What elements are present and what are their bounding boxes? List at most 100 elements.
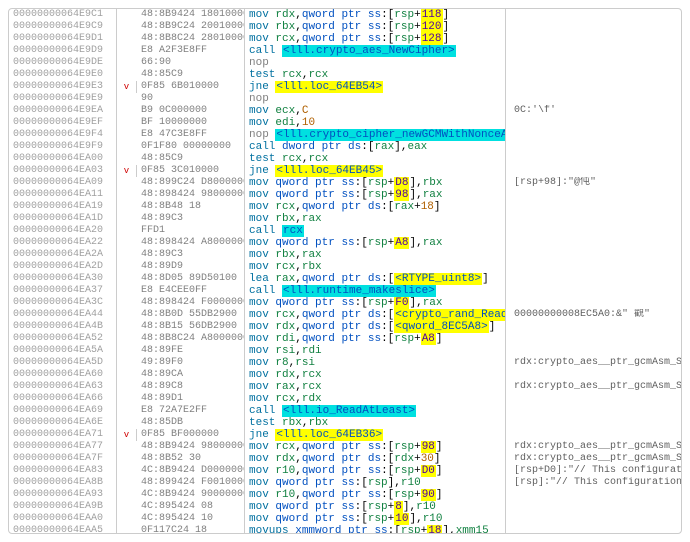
disasm-row[interactable]: 00000000064EA7748:8B9424 98000000mov rcx… <box>9 441 681 453</box>
disasm-row[interactable]: 00000000064EA6348:89C8mov rax,rcxrdx:cry… <box>9 381 681 393</box>
instruction-cell[interactable]: mov rcx,qword ptr ds:[<crypto_rand_Reade… <box>245 309 506 321</box>
instruction-cell[interactable]: jne <lll.loc_64EB54> <box>245 81 506 93</box>
disasm-row[interactable]: 00000000064EA2D48:89D9mov rcx,rbx <box>9 261 681 273</box>
instruction-cell[interactable]: mov r10,qword ptr ss:[rsp+90] <box>245 489 506 501</box>
disasm-row[interactable]: 00000000064E9EFBF 10000000mov edi,10 <box>9 117 681 129</box>
disasm-row[interactable]: 00000000064EA6048:89CAmov rdx,rcx <box>9 369 681 381</box>
disasm-row[interactable]: 00000000064EA03v0F85 3C010000jne <lll.lo… <box>9 165 681 177</box>
disasm-row[interactable]: 00000000064EA37E8 E4CEE0FFcall <lll.runt… <box>9 285 681 297</box>
instruction-cell[interactable]: mov qword ptr ss:[rsp+10],r10 <box>245 513 506 525</box>
disasm-row[interactable]: 00000000064EA5248:8B8C24 A8000000mov rdi… <box>9 333 681 345</box>
disasm-row[interactable]: 00000000064EA5D49:89F0mov r8,rsirdx:cryp… <box>9 357 681 369</box>
disasm-row[interactable]: 00000000064E9D148:8B8C24 28010000mov rcx… <box>9 33 681 45</box>
address-cell: 00000000064EA37 <box>9 285 117 297</box>
instruction-cell[interactable]: nop <box>245 57 506 69</box>
disasm-row[interactable]: 00000000064EA3C48:898424 F0000000mov qwo… <box>9 297 681 309</box>
instruction-cell[interactable]: mov qword ptr ss:[rsp],r10 <box>245 477 506 489</box>
instruction-cell[interactable]: mov rcx,qword ptr ss:[rsp+98] <box>245 441 506 453</box>
instruction-cell[interactable]: mov ecx,C <box>245 105 506 117</box>
bytes-cell: 48:8B8C24 A8000000 <box>137 333 245 345</box>
address-cell: 00000000064EA4B <box>9 321 117 333</box>
instruction-cell[interactable]: call <lll.runtime_makeslice> <box>245 285 506 297</box>
instruction-cell[interactable]: mov qword ptr ss:[rsp+8],r10 <box>245 501 506 513</box>
instruction-cell[interactable]: test rbx,rbx <box>245 417 506 429</box>
disasm-row[interactable]: 00000000064EA2A48:89C3mov rbx,rax <box>9 249 681 261</box>
instruction-cell[interactable]: mov rdx,rcx <box>245 369 506 381</box>
instruction-cell[interactable]: mov rdi,qword ptr ss:[rsp+A8] <box>245 333 506 345</box>
disasm-row[interactable]: 00000000064E9DE66:90nop <box>9 57 681 69</box>
instruction-cell[interactable]: mov qword ptr ss:[rsp+98],rax <box>245 189 506 201</box>
disasm-row[interactable]: 00000000064EA934C:8B9424 90000000mov r10… <box>9 489 681 501</box>
disasm-row[interactable]: 00000000064EA6648:89D1mov rcx,rdx <box>9 393 681 405</box>
instruction-cell[interactable]: mov qword ptr ss:[rsp+D8],rbx <box>245 177 506 189</box>
disasm-row[interactable]: 00000000064EA0048:85C9test rcx,rcx <box>9 153 681 165</box>
instruction-cell[interactable]: call <lll.io_ReadAtLeast> <box>245 405 506 417</box>
instruction-cell[interactable]: mov qword ptr ss:[rsp+F0],rax <box>245 297 506 309</box>
instruction-cell[interactable]: call rcx <box>245 225 506 237</box>
disasm-row[interactable]: 00000000064E9F4E8 47C3E8FFnop <lll.crypt… <box>9 129 681 141</box>
instruction-cell[interactable]: mov edi,10 <box>245 117 506 129</box>
disasm-row[interactable]: 00000000064E9E048:85C9test rcx,rcx <box>9 69 681 81</box>
instruction-cell[interactable]: mov rcx,rbx <box>245 261 506 273</box>
address-cell: 00000000064EA11 <box>9 189 117 201</box>
disasm-row[interactable]: 00000000064EA1148:898424 98000000mov qwo… <box>9 189 681 201</box>
disasm-row[interactable]: 00000000064EA1D48:89C3mov rbx,rax <box>9 213 681 225</box>
disasm-row[interactable]: 00000000064EA4448:8B0D 55DB2900mov rcx,q… <box>9 309 681 321</box>
disasm-row[interactable]: 00000000064EA1948:8B48 18mov rcx,qword p… <box>9 201 681 213</box>
instruction-cell[interactable]: mov rcx,qword ptr ss:[rsp+128] <box>245 33 506 45</box>
instruction-cell[interactable]: mov rbx,rax <box>245 249 506 261</box>
instruction-cell[interactable]: mov qword ptr ss:[rsp+A8],rax <box>245 237 506 249</box>
address-cell: 00000000064E9C1 <box>9 9 117 21</box>
disasm-row[interactable]: 00000000064EA9B4C:895424 08mov qword ptr… <box>9 501 681 513</box>
instruction-cell[interactable]: mov rdx,qword ptr ds:[<qword_8EC5A8>] <box>245 321 506 333</box>
bytes-cell: 48:898424 A8000000 <box>137 237 245 249</box>
instruction-cell[interactable]: mov rdx,qword ptr ds:[rdx+30] <box>245 453 506 465</box>
address-cell: 00000000064EA60 <box>9 369 117 381</box>
instruction-cell[interactable]: jne <lll.loc_64EB36> <box>245 429 506 441</box>
disasm-row[interactable]: 00000000064EAA50F117C24 18movups xmmword… <box>9 525 681 534</box>
disasm-row[interactable]: 00000000064E9EAB9 0C000000mov ecx,C0C:'\… <box>9 105 681 117</box>
instruction-cell[interactable]: mov rax,rcx <box>245 381 506 393</box>
instruction-cell[interactable]: mov rcx,rdx <box>245 393 506 405</box>
disassembly-listing[interactable]: 00000000064E9C148:8B9424 18010000mov rdx… <box>9 9 681 534</box>
address-cell: 00000000064EA19 <box>9 201 117 213</box>
instruction-cell[interactable]: movups xmmword ptr ss:[rsp+18],xmm15 <box>245 525 506 534</box>
disasm-row[interactable]: 00000000064EA6E48:85DBtest rbx,rbx <box>9 417 681 429</box>
instruction-cell[interactable]: mov r8,rsi <box>245 357 506 369</box>
disasm-row[interactable]: 00000000064EA71v0F85 BF000000jne <lll.lo… <box>9 429 681 441</box>
disasm-row[interactable]: 00000000064E9D9E8 A2F3E8FFcall <lll.cryp… <box>9 45 681 57</box>
instruction-cell[interactable]: nop <box>245 93 506 105</box>
instruction-cell[interactable]: call dword ptr ds:[rax],eax <box>245 141 506 153</box>
disasm-row[interactable]: 00000000064EA5A48:89FEmov rsi,rdi <box>9 345 681 357</box>
instruction-cell[interactable]: nop <lll.crypto_cipher_newGCMWithNonceAn… <box>245 129 506 141</box>
disasm-row[interactable]: 00000000064EA2248:898424 A8000000mov qwo… <box>9 237 681 249</box>
disasm-row[interactable]: 00000000064EA3048:8D05 89D50100lea rax,q… <box>9 273 681 285</box>
instruction-cell[interactable]: mov rbx,rax <box>245 213 506 225</box>
disasm-row[interactable]: 00000000064E9E990nop <box>9 93 681 105</box>
disasm-row[interactable]: 00000000064EA8B48:899424 F0010000mov qwo… <box>9 477 681 489</box>
disasm-row[interactable]: 00000000064EAA04C:895424 10mov qword ptr… <box>9 513 681 525</box>
instruction-cell[interactable]: mov r10,qword ptr ss:[rsp+D0] <box>245 465 506 477</box>
instruction-cell[interactable]: mov rcx,qword ptr ds:[rax+18] <box>245 201 506 213</box>
disasm-row[interactable]: 00000000064EA0948:899C24 D8000000mov qwo… <box>9 177 681 189</box>
instruction-cell[interactable]: test rcx,rcx <box>245 153 506 165</box>
bytes-cell: 48:8B9424 18010000 <box>137 9 245 21</box>
disasm-row[interactable]: 00000000064EA69E8 72A7E2FFcall <lll.io_R… <box>9 405 681 417</box>
instruction-cell[interactable]: mov rbx,qword ptr ss:[rsp+120] <box>245 21 506 33</box>
instruction-cell[interactable]: mov rdx,qword ptr ss:[rsp+118] <box>245 9 506 21</box>
instruction-cell[interactable]: jne <lll.loc_64EB45> <box>245 165 506 177</box>
instruction-cell[interactable]: lea rax,qword ptr ds:[<RTYPE_uint8>] <box>245 273 506 285</box>
address-cell: 00000000064EA03 <box>9 165 117 177</box>
instruction-cell[interactable]: test rcx,rcx <box>245 69 506 81</box>
disasm-row[interactable]: 00000000064EA7F48:8B52 30mov rdx,qword p… <box>9 453 681 465</box>
disasm-row[interactable]: 00000000064EA834C:8B9424 D0000000mov r10… <box>9 465 681 477</box>
instruction-cell[interactable]: call <lll.crypto_aes_NewCipher> <box>245 45 506 57</box>
disasm-row[interactable]: 00000000064E9C948:8B9C24 20010000mov rbx… <box>9 21 681 33</box>
disasm-row[interactable]: 00000000064E9F90F1F80 00000000call dword… <box>9 141 681 153</box>
disasm-row[interactable]: 00000000064E9E3v0F85 6B010000jne <lll.lo… <box>9 81 681 93</box>
disasm-row[interactable]: 00000000064EA20FFD1call rcx <box>9 225 681 237</box>
instruction-cell[interactable]: mov rsi,rdi <box>245 345 506 357</box>
disasm-row[interactable]: 00000000064EA4B48:8B15 56DB2900mov rdx,q… <box>9 321 681 333</box>
disasm-row[interactable]: 00000000064E9C1 48:8B9424 18010000mov rdx… <box>9 9 681 21</box>
address-cell: 00000000064EA3C <box>9 297 117 309</box>
